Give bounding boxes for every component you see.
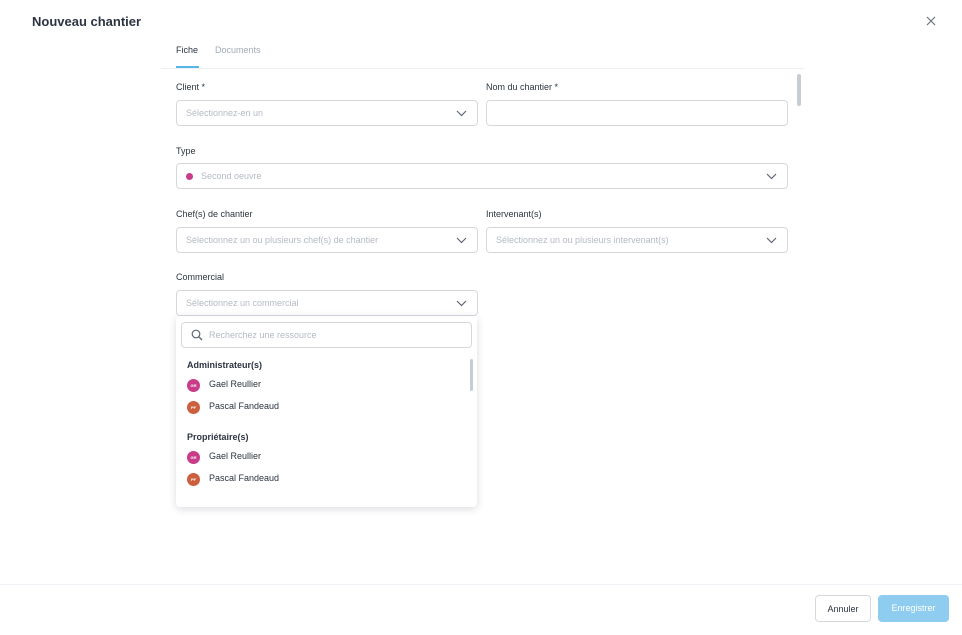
item-name: Gael Reullier (209, 451, 262, 461)
tab-documents[interactable]: Documents (215, 45, 261, 55)
footer-divider (0, 584, 962, 585)
item-name: Pascal Fandeaud (209, 473, 280, 483)
commercial-placeholder: Sélectionnez un commercial (186, 298, 299, 308)
item-name: Gael Reullier (209, 379, 262, 389)
chevron-down-icon (456, 300, 467, 307)
avatar: GR (187, 451, 200, 464)
type-color-dot (186, 173, 193, 180)
intervenants-placeholder: Sélectionnez un ou plusieurs intervenant… (496, 235, 669, 245)
commercial-dropdown: Recherchez une ressource Administrateur(… (176, 316, 477, 507)
nom-chantier-label: Nom du chantier * (486, 82, 559, 92)
group-administrateurs: Administrateur(s) (187, 360, 263, 370)
avatar: PF (187, 473, 200, 486)
chefs-label: Chef(s) de chantier (176, 209, 253, 219)
chefs-placeholder: Sélectionnez un ou plusieurs chef(s) de … (186, 235, 379, 245)
intervenants-select[interactable]: Sélectionnez un ou plusieurs intervenant… (486, 227, 788, 253)
save-button[interactable]: Enregistrer (878, 595, 949, 622)
commercial-label: Commercial (176, 272, 225, 282)
resource-search-input[interactable]: Recherchez une ressource (181, 322, 472, 348)
search-placeholder: Recherchez une ressource (209, 330, 317, 340)
nom-chantier-input[interactable] (486, 100, 788, 126)
search-icon (191, 329, 203, 341)
commercial-select[interactable]: Sélectionnez un commercial (176, 290, 478, 316)
type-select[interactable]: Second oeuvre (176, 163, 788, 189)
active-tab-indicator (176, 66, 199, 68)
avatar: PF (187, 401, 200, 414)
avatar: GR (187, 379, 200, 392)
close-icon[interactable] (924, 14, 938, 28)
dialog-title: Nouveau chantier (32, 14, 142, 29)
form-scrollbar[interactable] (797, 74, 801, 106)
chevron-down-icon (766, 173, 777, 180)
dropdown-scrollbar[interactable] (470, 359, 473, 391)
client-select[interactable]: Sélectionnez-en un (176, 100, 478, 126)
item-name: Pascal Fandeaud (209, 401, 280, 411)
type-label: Type (176, 146, 196, 156)
chevron-down-icon (766, 237, 777, 244)
group-proprietaires: Propriétaire(s) (187, 432, 249, 442)
client-label: Client * (176, 82, 206, 92)
intervenants-label: Intervenant(s) (486, 209, 542, 219)
chefs-select[interactable]: Sélectionnez un ou plusieurs chef(s) de … (176, 227, 478, 253)
tab-fiche[interactable]: Fiche (176, 45, 198, 55)
client-placeholder: Sélectionnez-en un (186, 108, 264, 118)
cancel-button[interactable]: Annuler (815, 595, 871, 622)
type-value: Second oeuvre (201, 171, 262, 181)
chevron-down-icon (456, 237, 467, 244)
chevron-down-icon (456, 110, 467, 117)
tab-bar: Fiche Documents (161, 40, 804, 69)
